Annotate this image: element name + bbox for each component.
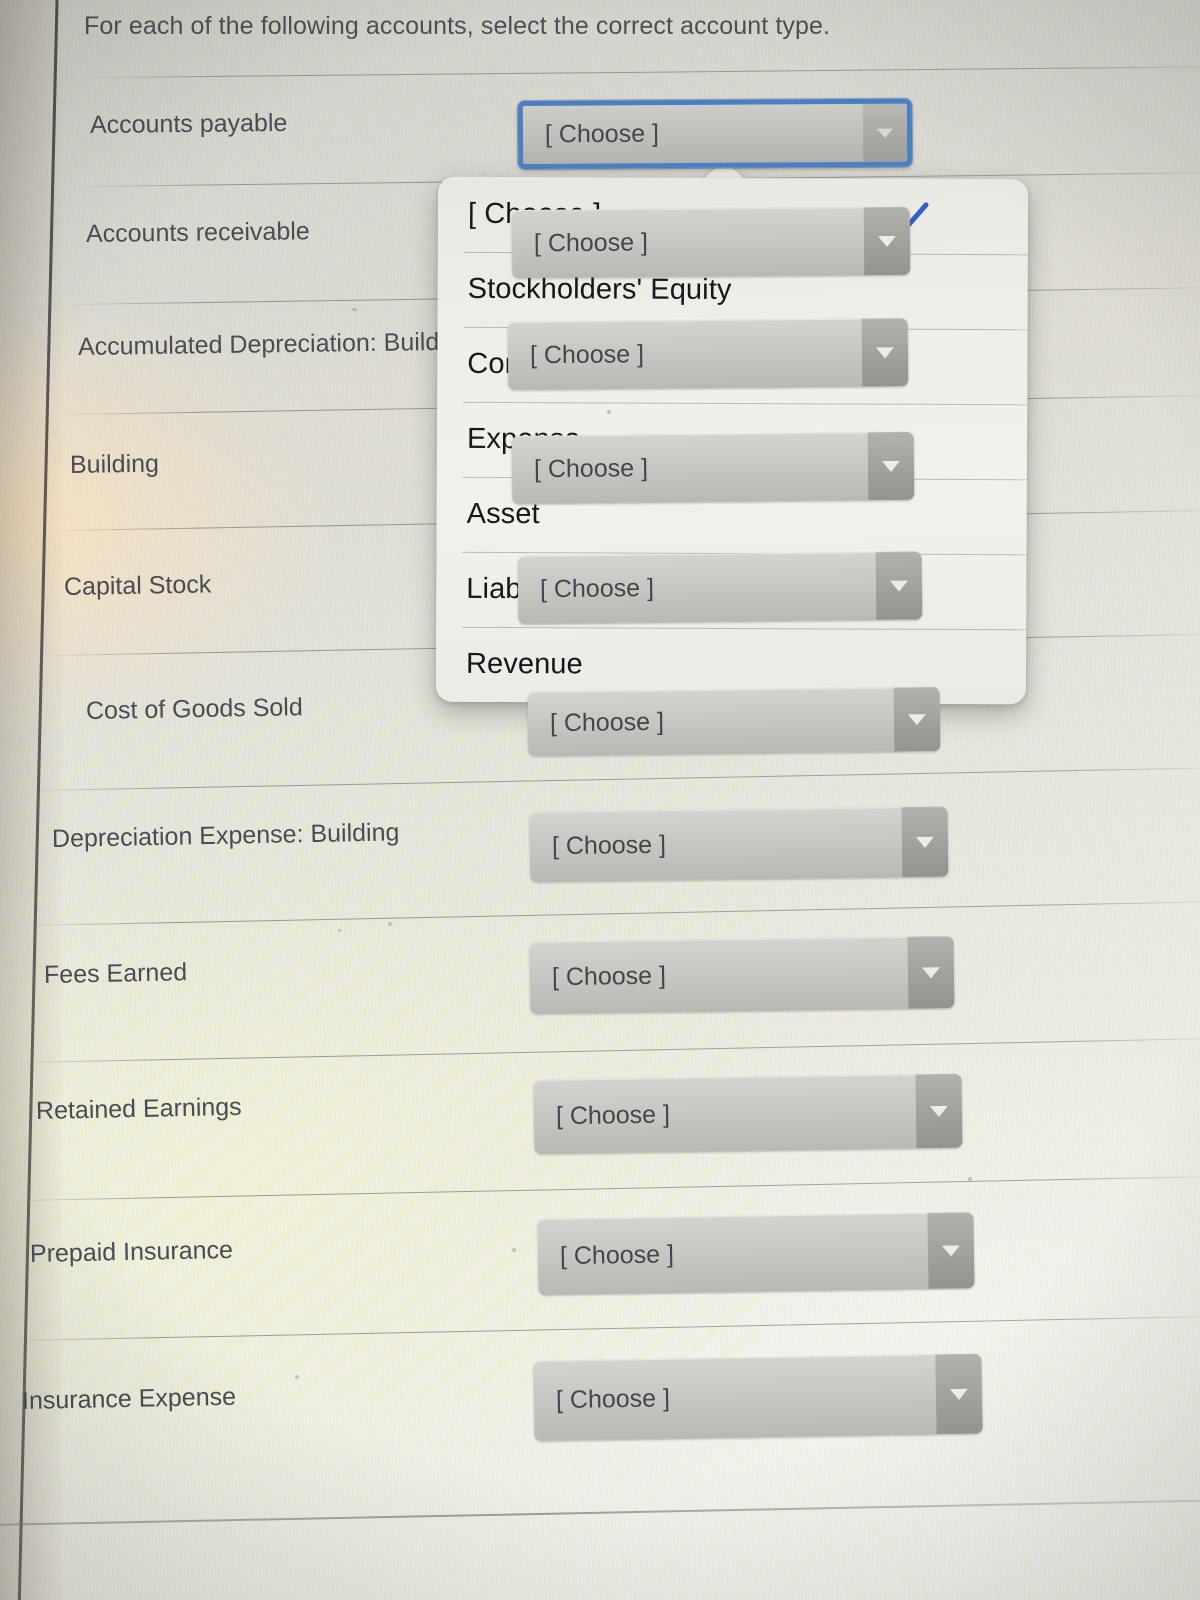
chevron-down-glyph [921,966,941,979]
screenshot-stage: For each of the following accounts, sele… [0,0,1200,1600]
chevron-down-icon[interactable] [915,1073,963,1149]
chevron-down-glyph [881,460,901,472]
dropdown-option-label: Stockholders' Equity [467,272,732,306]
chevron-down-icon[interactable] [893,686,941,752]
account-type-select[interactable]: [ Choose ] [511,206,911,278]
select-value-text: [ Choose ] [551,830,667,861]
account-type-select[interactable]: [ Choose ] [507,318,909,390]
chevron-down-icon[interactable] [935,1353,983,1435]
account-name-label: Prepaid Insurance [29,1235,234,1268]
select-value-text: [ Choose ] [529,340,645,370]
account-type-select[interactable]: [ Choose ] [529,806,949,882]
chevron-down-glyph [889,580,909,592]
account-type-select[interactable]: [ Choose ] [511,431,915,504]
chevron-down-glyph [876,128,894,138]
chevron-down-glyph [941,1244,961,1257]
select-value-text: [ Choose ] [551,961,667,992]
dropdown-option-label: Revenue [465,647,583,681]
account-name-label: Depreciation Expense: Building [51,818,400,853]
select-value-text: [ Choose ] [544,119,660,149]
bottom-divider [0,1499,1200,1526]
select-value-text: [ Choose ] [555,1384,671,1415]
account-name-label: Accounts payable [89,108,288,139]
account-name-label: Accumulated Depreciation: Build [77,327,440,361]
select-value-text: [ Choose ] [549,707,665,738]
chevron-down-icon[interactable] [907,936,955,1009]
chevron-down-icon[interactable] [863,206,911,276]
row-divider [19,1176,1200,1201]
chevron-down-glyph [929,1105,949,1117]
select-value-text: [ Choose ] [559,1240,675,1271]
account-name-label: Building [69,449,160,479]
check-icon-empty [892,271,932,311]
chevron-down-icon[interactable] [901,806,949,878]
select-value-text: [ Choose ] [555,1100,671,1131]
row-divider [27,901,1200,926]
chevron-down-icon[interactable] [875,551,923,620]
row-divider [15,1316,1200,1341]
page-title: For each of the following accounts, sele… [84,12,831,40]
check-icon-empty [890,646,930,686]
account-type-select[interactable]: [ Choose ] [517,551,923,624]
account-type-select[interactable]: [ Choose ] [537,1212,975,1295]
chevron-down-glyph [915,836,935,848]
account-type-select[interactable]: [ Choose ] [527,686,941,756]
chevron-down-glyph [877,235,897,247]
chevron-down-icon[interactable] [867,431,915,501]
account-name-label: Capital Stock [63,570,212,601]
account-name-label: Fees Earned [43,958,188,989]
quiz-content: For each of the following accounts, sele… [0,0,1200,1600]
row-divider [23,1038,1200,1063]
account-type-select[interactable]: [ Choose ] [533,1353,983,1441]
chevron-down-glyph [875,346,895,358]
account-type-select[interactable]: [ Choose ] [533,1073,963,1154]
account-name-label: Cost of Goods Sold [85,693,303,725]
select-value-text: [ Choose ] [533,454,649,484]
account-name-label: Insurance Expense [21,1382,237,1415]
check-icon-empty [891,496,931,536]
chevron-down-icon[interactable] [862,103,908,162]
account-name-label: Accounts receivable [85,217,310,248]
chevron-down-icon[interactable] [927,1212,975,1289]
account-name-label: Retained Earnings [35,1092,242,1125]
chevron-down-glyph [907,713,927,725]
account-type-select[interactable]: [ Choose ] [529,936,955,1014]
account-type-select[interactable]: [ Choose ] [517,98,913,169]
row-divider [95,66,1200,78]
chevron-down-icon[interactable] [861,318,909,387]
row-divider [35,767,1200,791]
chevron-down-glyph [949,1388,969,1400]
select-value-text: [ Choose ] [539,573,655,604]
select-value-text: [ Choose ] [533,228,649,258]
